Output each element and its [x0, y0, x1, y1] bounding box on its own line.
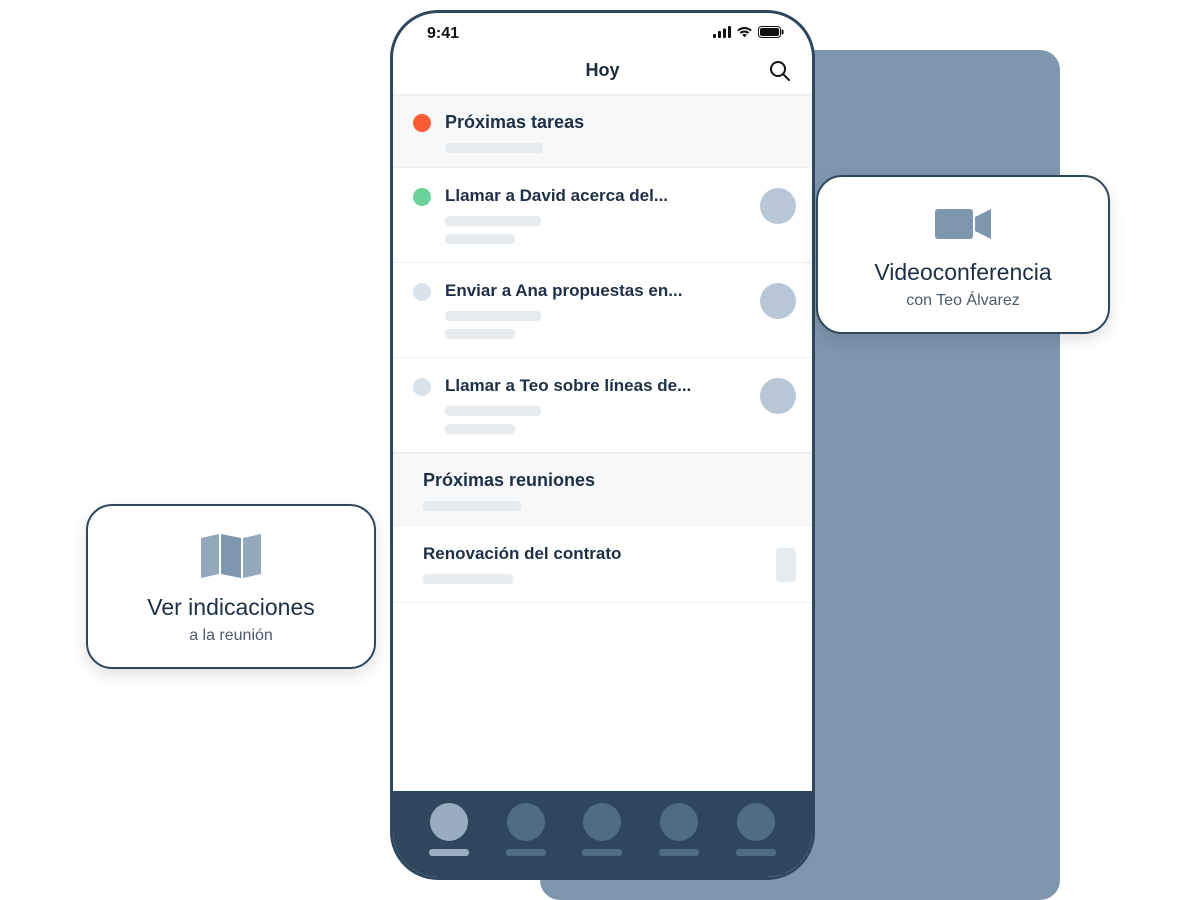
tab-icon	[660, 803, 698, 841]
callout-title: Ver indicaciones	[147, 594, 315, 621]
placeholder-line	[423, 501, 521, 511]
placeholder-block	[776, 548, 796, 582]
task-row[interactable]: Llamar a Teo sobre líneas de...	[393, 358, 812, 453]
row-action-button[interactable]	[760, 283, 796, 319]
status-dot-icon	[413, 283, 431, 301]
row-action-button[interactable]	[760, 378, 796, 414]
content-scroll[interactable]: Próximas tareas Llamar a David acerca de…	[393, 95, 812, 791]
tab-item-5[interactable]	[736, 803, 776, 856]
video-camera-icon	[933, 203, 993, 245]
section-title: Próximas reuniones	[423, 470, 595, 491]
task-row[interactable]: Llamar a David acerca del...	[393, 168, 812, 263]
placeholder-line	[423, 574, 513, 584]
status-bar: 9:41	[393, 13, 812, 47]
task-title: Llamar a David acerca del...	[445, 186, 725, 206]
tab-icon	[430, 803, 468, 841]
tab-label-placeholder	[736, 849, 776, 856]
meeting-title: Renovación del contrato	[423, 544, 703, 564]
tab-item-1[interactable]	[429, 803, 469, 856]
tab-icon	[737, 803, 775, 841]
tab-icon	[507, 803, 545, 841]
placeholder-line	[445, 234, 515, 244]
wifi-icon	[736, 25, 753, 43]
tab-item-2[interactable]	[506, 803, 546, 856]
map-icon	[199, 532, 263, 580]
tab-icon	[583, 803, 621, 841]
tab-label-placeholder	[659, 849, 699, 856]
task-title: Llamar a Teo sobre líneas de...	[445, 376, 725, 396]
status-time: 9:41	[427, 25, 459, 43]
tab-item-4[interactable]	[659, 803, 699, 856]
task-row[interactable]: Enviar a Ana propuestas en...	[393, 263, 812, 358]
callout-subtitle: a la reunión	[189, 627, 273, 645]
row-action-button[interactable]	[760, 188, 796, 224]
section-header-meetings: Próximas reuniones	[393, 453, 812, 526]
placeholder-line	[445, 216, 541, 226]
task-title: Enviar a Ana propuestas en...	[445, 281, 725, 301]
navbar: Hoy	[393, 47, 812, 95]
status-icons	[713, 25, 784, 43]
battery-icon	[758, 25, 784, 43]
placeholder-line	[445, 311, 541, 321]
dot-icon	[413, 114, 431, 132]
placeholder-line	[445, 143, 543, 153]
status-dot-icon	[413, 378, 431, 396]
tab-item-3[interactable]	[582, 803, 622, 856]
section-title: Próximas tareas	[445, 112, 584, 133]
section-header-tasks: Próximas tareas	[393, 95, 812, 168]
callout-title: Videoconferencia	[874, 259, 1051, 286]
tab-label-placeholder	[429, 849, 469, 856]
navbar-title: Hoy	[585, 60, 619, 81]
tab-label-placeholder	[582, 849, 622, 856]
tab-label-placeholder	[506, 849, 546, 856]
callout-video[interactable]: Videoconferencia con Teo Álvarez	[816, 175, 1110, 334]
placeholder-line	[445, 329, 515, 339]
search-icon	[769, 60, 791, 82]
placeholder-line	[445, 424, 515, 434]
status-dot-icon	[413, 188, 431, 206]
callout-subtitle: con Teo Álvarez	[906, 292, 1020, 310]
callout-directions[interactable]: Ver indicaciones a la reunión	[86, 504, 376, 669]
meeting-row[interactable]: Renovación del contrato	[393, 526, 812, 603]
search-button[interactable]	[768, 59, 792, 83]
tab-bar	[393, 791, 812, 877]
cellular-signal-icon	[713, 25, 731, 43]
phone-frame: 9:41 Hoy Próximas tareas	[390, 10, 815, 880]
placeholder-line	[445, 406, 541, 416]
